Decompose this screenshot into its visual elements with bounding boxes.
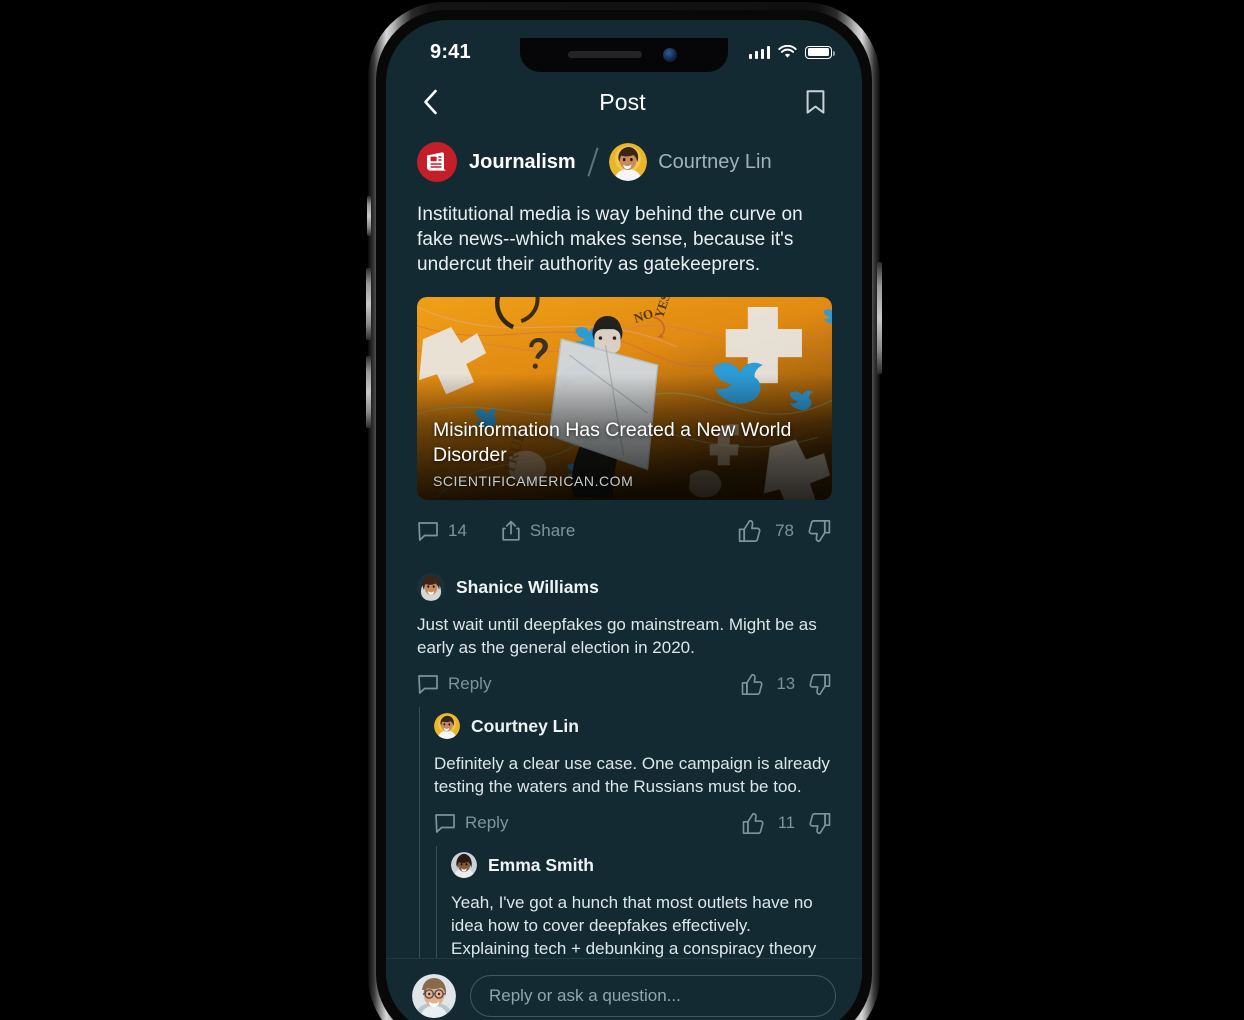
avatar-courtney-lin	[609, 143, 648, 181]
wifi-icon	[778, 45, 797, 58]
power-button[interactable]	[877, 262, 882, 374]
reply-composer: Reply or ask a question...	[386, 958, 862, 1020]
post-author-name[interactable]: Courtney Lin	[658, 151, 771, 174]
avatar-shanice-williams	[417, 573, 445, 601]
content-scroll-area[interactable]: Journalism Courtney Lin Institutional me…	[386, 130, 862, 982]
link-preview-card[interactable]: NO YES	[417, 297, 832, 500]
post-upvote-count: 78	[775, 521, 794, 540]
comment-text: Just wait until deepfakes go mainstream.…	[417, 615, 817, 657]
group-name[interactable]: Journalism	[469, 151, 576, 174]
post-comment-button[interactable]: 14	[417, 521, 467, 542]
comment-avatar[interactable]	[434, 713, 460, 739]
post-author-avatar[interactable]	[609, 143, 648, 181]
post-vote-group: 78	[737, 519, 832, 543]
post-header: Journalism Courtney Lin	[417, 138, 832, 186]
comment-thread-level-1: Courtney Lin Definitely a clear use case…	[419, 707, 832, 982]
thumbs-down-icon[interactable]	[808, 812, 832, 835]
comment-reply-label: Reply	[448, 674, 492, 693]
group-badge[interactable]	[417, 142, 457, 182]
comment-action-bar: Reply 11	[434, 800, 832, 846]
newspaper-icon	[427, 152, 447, 171]
avatar-current-user	[412, 974, 456, 1018]
front-camera	[663, 48, 677, 62]
volume-down-button[interactable]	[366, 356, 371, 428]
comment-reply-label: Reply	[465, 813, 509, 832]
reply-input[interactable]: Reply or ask a question...	[470, 975, 836, 1017]
comment-text: Definitely a clear use case. One campaig…	[434, 754, 830, 796]
thumbs-up-icon[interactable]	[740, 673, 764, 696]
comment-header: Emma Smith	[451, 850, 832, 880]
comment-avatar[interactable]	[451, 852, 477, 878]
link-card-source: SCIENTIFICAMERICAN.COM	[433, 473, 634, 489]
separator-slash	[587, 147, 598, 177]
comment-author[interactable]: Emma Smith	[488, 855, 594, 876]
battery-full-icon	[805, 45, 835, 59]
avatar-courtney-lin	[434, 713, 460, 739]
earpiece-speaker	[568, 51, 642, 58]
comment-vote-group: 13	[740, 673, 832, 696]
status-clock: 9:41	[430, 40, 471, 63]
current-user-avatar[interactable]	[412, 974, 456, 1018]
chevron-left-icon	[423, 89, 437, 115]
post-share-button[interactable]: Share	[501, 520, 575, 542]
comment-vote-group: 11	[741, 812, 832, 835]
comment-header: Shanice Williams	[417, 572, 832, 602]
composer-divider	[386, 958, 862, 959]
silent-switch[interactable]	[367, 196, 371, 236]
link-card-title: Misinformation Has Created a New World D…	[433, 419, 792, 466]
post-comment-count: 14	[448, 521, 467, 540]
post-action-bar: 14 Share 78	[417, 504, 832, 558]
link-card-text: Misinformation Has Created a New World D…	[433, 418, 816, 489]
volume-up-button[interactable]	[366, 268, 371, 340]
phone-screen: 9:41 Post Journalism Courtney Lin Instit…	[386, 20, 862, 1020]
thumbs-down-icon[interactable]	[808, 673, 832, 696]
comment-bubble-icon	[435, 813, 455, 833]
comment-author[interactable]: Shanice Williams	[456, 577, 599, 598]
status-indicators	[748, 45, 835, 59]
cellular-bars-icon	[748, 45, 770, 59]
bookmark-button[interactable]	[798, 85, 832, 119]
share-upload-icon	[502, 520, 520, 541]
post-share-label: Share	[529, 521, 576, 540]
comment-reply: Courtney Lin Definitely a clear use case…	[434, 707, 832, 982]
nav-bar: Post	[386, 74, 862, 130]
comment-upvote-count: 11	[777, 813, 795, 832]
thumbs-up-icon[interactable]	[741, 812, 765, 835]
post-container: Journalism Courtney Lin Institutional me…	[386, 130, 862, 558]
comment-header: Courtney Lin	[434, 711, 832, 741]
thumbs-up-icon[interactable]	[737, 519, 762, 543]
avatar-emma-smith	[451, 852, 477, 878]
page-title: Post	[599, 88, 646, 115]
thumbs-down-icon[interactable]	[807, 519, 832, 543]
comment-avatar[interactable]	[417, 573, 445, 601]
device-notch	[520, 38, 728, 72]
comment-root: Shanice Williams Just wait until deepfak…	[417, 558, 832, 982]
comment-upvote-count: 13	[776, 674, 795, 693]
bookmark-icon	[806, 90, 824, 114]
post-text: Institutional media is way behind the cu…	[417, 204, 803, 275]
reply-input-placeholder: Reply or ask a question...	[489, 986, 681, 1005]
comments-container: Shanice Williams Just wait until deepfak…	[386, 558, 862, 982]
comment-action-bar: Reply 13	[417, 661, 832, 707]
comment-reply-button[interactable]: Reply	[417, 674, 491, 695]
screenshot-stage: 9:41 Post Journalism Courtney Lin Instit…	[0, 0, 1244, 1020]
comment-author[interactable]: Courtney Lin	[471, 716, 579, 737]
back-button[interactable]	[413, 85, 447, 119]
comment-reply-button[interactable]: Reply	[434, 813, 508, 834]
comment-bubble-icon	[418, 521, 438, 541]
comment-bubble-icon	[418, 674, 438, 694]
